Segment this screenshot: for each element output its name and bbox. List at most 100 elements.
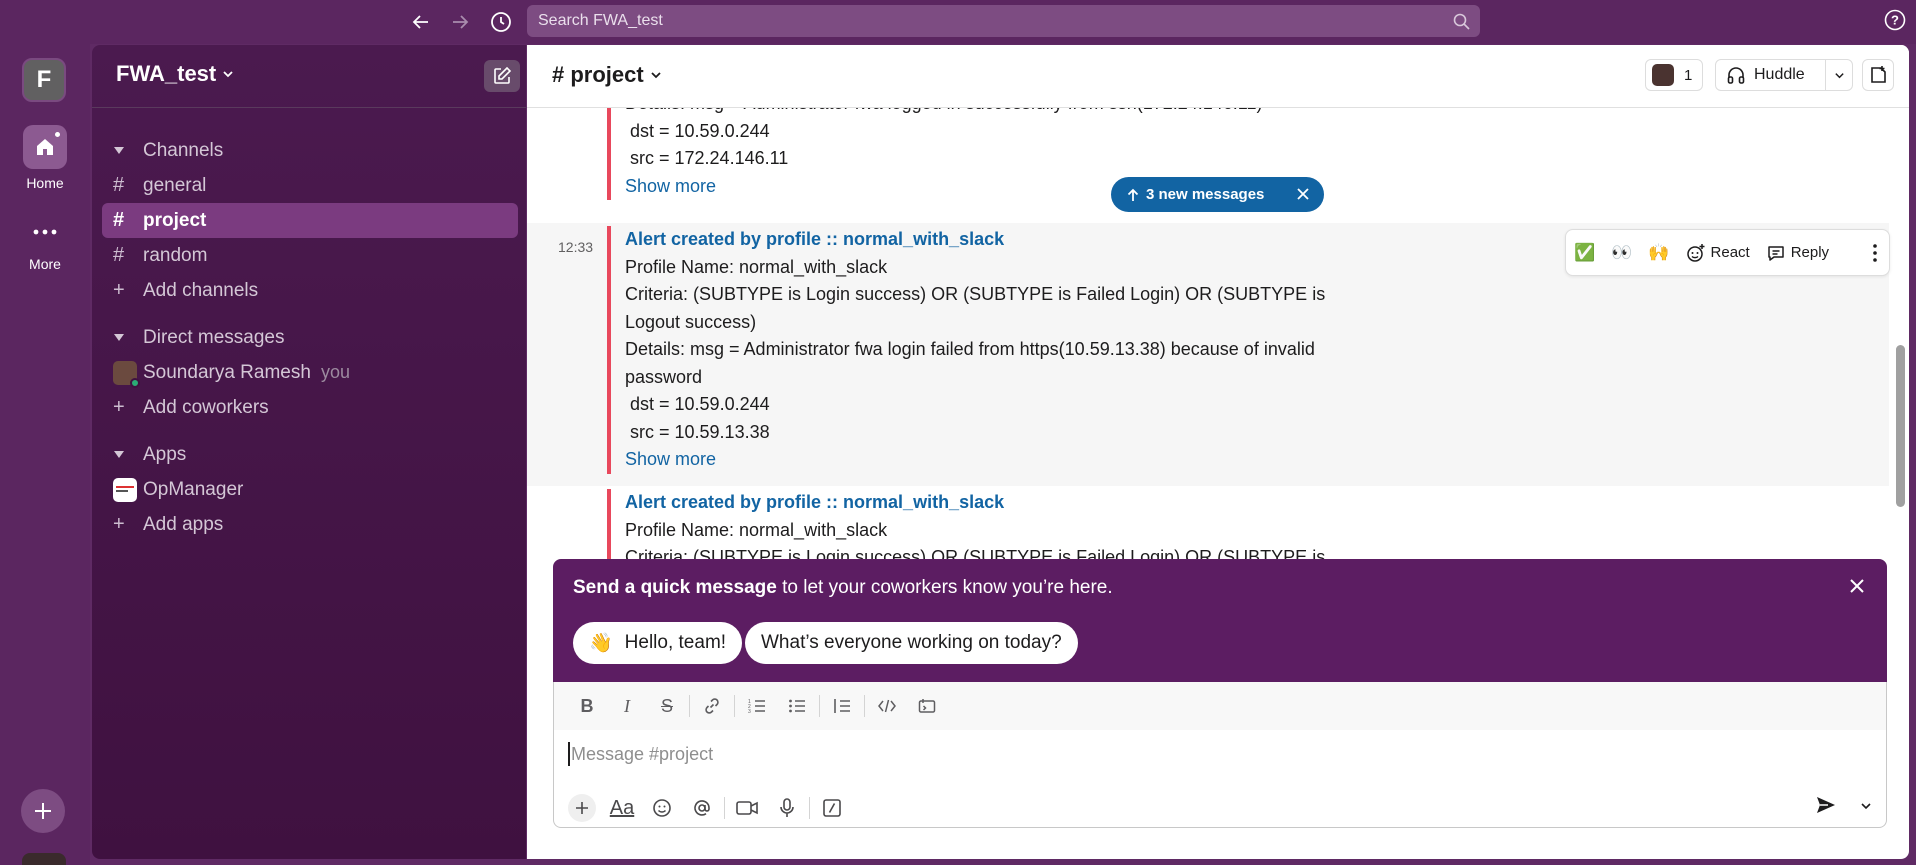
chevron-down-icon [1834, 72, 1844, 78]
workspace-menu[interactable]: FWA_test [116, 61, 234, 87]
italic-button[interactable]: I [607, 691, 647, 721]
add-apps-label: Add apps [143, 513, 224, 535]
workspace-switcher[interactable]: F [22, 58, 66, 102]
hello-team-chip[interactable]: 👋 Hello, team! [573, 622, 743, 664]
bold-button[interactable]: B [567, 691, 607, 721]
italic-icon: I [624, 695, 630, 716]
add-channels-button[interactable]: + Add channels [102, 273, 518, 308]
avatar [1652, 64, 1674, 86]
arrow-up-icon [1127, 188, 1139, 201]
message-line: Logout success) [625, 311, 757, 332]
channels-section-toggle[interactable]: Channels [102, 133, 518, 168]
numbered-list-button[interactable]: 123 [737, 691, 777, 721]
formatting-toolbar: B I S 123 [554, 682, 1886, 730]
history-button[interactable] [487, 8, 515, 36]
react-raised-hands-button[interactable]: 🙌 [1640, 230, 1677, 275]
formatting-toggle-button[interactable]: Aa [602, 793, 642, 823]
message-list: Details: msg = Administrator fwa logged … [527, 90, 1909, 608]
reply-icon [1767, 245, 1784, 261]
huddle-options-button[interactable] [1826, 70, 1852, 81]
send-button[interactable] [1816, 796, 1836, 814]
sidebar-item-general[interactable]: # general [102, 168, 518, 203]
channels-header: Channels [143, 139, 224, 161]
huddle-button-group: Huddle [1715, 59, 1853, 91]
channel-title: # project [552, 62, 644, 87]
message-line: src = 172.24.146.11 [625, 148, 789, 168]
svg-text:3: 3 [748, 709, 751, 714]
sidebar-item-dm-self[interactable]: Soundarya Ramesh you [102, 355, 518, 390]
bulleted-list-button[interactable] [777, 691, 817, 721]
react-eyes-button[interactable]: 👀 [1603, 230, 1640, 275]
vertical-dots-icon [1873, 243, 1877, 262]
add-coworkers-label: Add coworkers [143, 396, 269, 418]
code-button[interactable] [867, 691, 907, 721]
banner-text-bold: Send a quick message [573, 577, 777, 598]
hash-icon: # [113, 244, 125, 266]
banner-close-button[interactable] [1849, 578, 1865, 594]
channel-title-button[interactable]: # project [552, 62, 662, 88]
message-timestamp[interactable]: 12:33 [558, 234, 593, 262]
message-scrollbar[interactable] [1896, 345, 1905, 507]
blockquote-icon [834, 699, 850, 713]
sidebar-item-opmanager[interactable]: OpManager [102, 472, 518, 507]
toolbar-divider [809, 797, 810, 819]
rail-more[interactable]: More [0, 210, 90, 272]
alert-title-link[interactable]: Alert created by profile :: normal_with_… [625, 489, 1325, 517]
opmanager-logo-icon [113, 477, 137, 502]
search-input[interactable]: Search FWA_test [527, 5, 1480, 37]
huddle-button[interactable]: Huddle [1716, 60, 1826, 90]
more-label: More [29, 256, 61, 272]
react-button[interactable]: React [1678, 230, 1758, 275]
react-check-button[interactable]: ✅ [1566, 230, 1603, 275]
sidebar-item-project[interactable]: # project [102, 203, 518, 238]
add-coworkers-button[interactable]: + Add coworkers [102, 390, 518, 425]
back-button[interactable] [407, 8, 435, 36]
link-button[interactable] [692, 691, 732, 721]
dm-section-toggle[interactable]: Direct messages [102, 320, 518, 355]
search-icon [1453, 13, 1470, 30]
message-input[interactable]: Message #project [568, 742, 713, 766]
huddle-label: Huddle [1754, 66, 1805, 83]
attach-button[interactable] [562, 793, 602, 823]
forward-button[interactable] [446, 8, 474, 36]
home-button[interactable] [23, 125, 67, 169]
user-avatar[interactable] [22, 853, 66, 865]
reply-button[interactable]: Reply [1758, 230, 1837, 275]
video-clip-button[interactable] [727, 793, 767, 823]
search-placeholder: Search FWA_test [538, 12, 663, 29]
shortcuts-button[interactable] [812, 793, 852, 823]
chevron-down-icon [1861, 803, 1871, 810]
more-actions-button[interactable] [1865, 230, 1889, 275]
whats-everyone-working-chip[interactable]: What’s everyone working on today? [745, 622, 1078, 664]
close-icon[interactable] [1295, 186, 1311, 202]
code-block-button[interactable] [907, 691, 947, 721]
plus-icon [568, 794, 596, 822]
show-more-link[interactable]: Show more [625, 446, 1325, 474]
canvas-button[interactable] [1862, 59, 1894, 91]
blockquote-button[interactable] [822, 691, 862, 721]
emoji-button[interactable] [642, 793, 682, 823]
add-apps-button[interactable]: + Add apps [102, 507, 518, 542]
schedule-send-button[interactable] [1860, 800, 1872, 812]
plus-icon: + [113, 396, 125, 418]
audio-clip-button[interactable] [767, 793, 807, 823]
strikethrough-button[interactable]: S [647, 691, 687, 721]
apps-section-toggle[interactable]: Apps [102, 437, 518, 472]
members-button[interactable]: 1 [1645, 59, 1703, 91]
you-tag: you [320, 362, 350, 382]
sidebar-item-random[interactable]: # random [102, 238, 518, 273]
add-workspace-button[interactable] [21, 789, 65, 833]
message-composer: B I S 123 Message #project Aa [553, 682, 1887, 828]
new-messages-pill[interactable]: 3 new messages [1111, 177, 1324, 212]
compose-button[interactable] [484, 60, 520, 92]
reply-label: Reply [1790, 243, 1830, 261]
alert-title-link[interactable]: Alert created by profile :: normal_with_… [625, 226, 1325, 254]
mention-button[interactable] [682, 793, 722, 823]
compose-icon [494, 66, 512, 84]
channel-view: # project 1 Huddle Details: msg = Admini… [527, 45, 1909, 859]
rail-home[interactable]: Home [0, 125, 90, 191]
dm-user-name: Soundarya Ramesh [143, 361, 311, 383]
help-button[interactable]: ? [1884, 9, 1906, 31]
message-line: Criteria: (SUBTYPE is Login success) OR … [625, 284, 1326, 304]
unread-dot [53, 130, 62, 139]
